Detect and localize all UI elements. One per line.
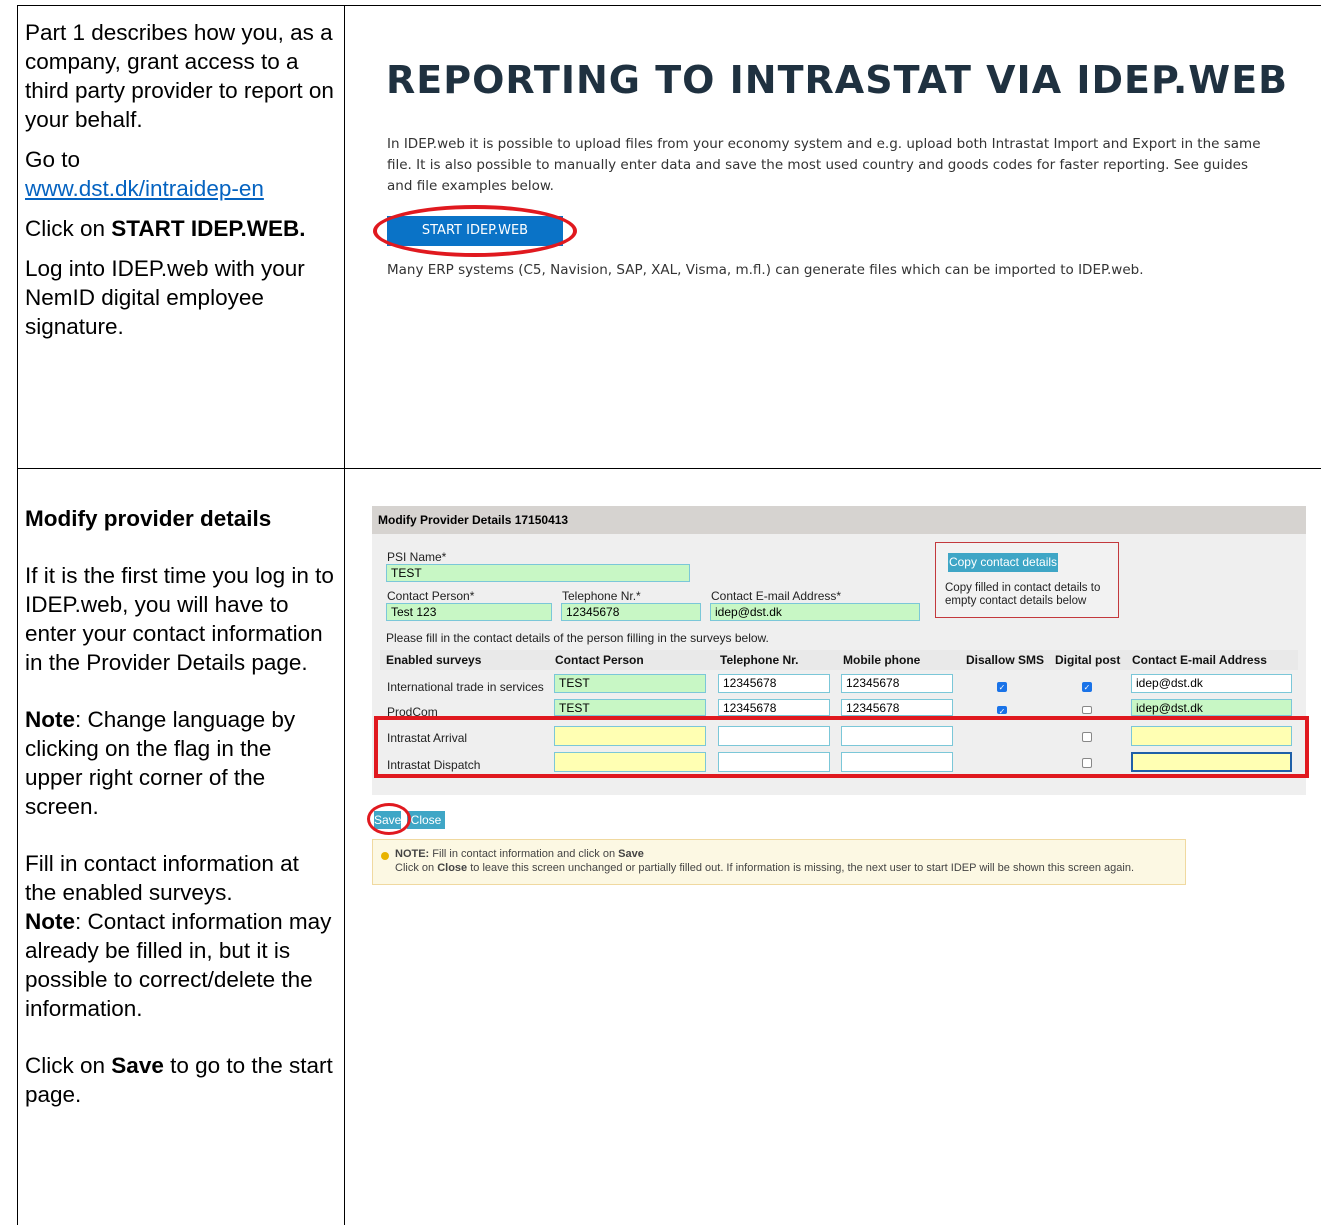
digital-post-checkbox[interactable] bbox=[1082, 706, 1092, 714]
col-enabled-surveys: Enabled surveys bbox=[386, 653, 482, 667]
col-contact-email: Contact E-mail Address bbox=[1132, 653, 1267, 667]
psi-name-input[interactable]: TEST bbox=[386, 564, 690, 582]
disallow-sms-checkbox[interactable]: ✓ bbox=[997, 706, 1007, 716]
highlight-rect-intrastat bbox=[374, 716, 1309, 778]
intraidep-link[interactable]: www.dst.dk/intraidep-en bbox=[25, 176, 264, 201]
first-time-paragraph: If it is the first time you log in to ID… bbox=[25, 563, 334, 675]
survey-name: International trade in services bbox=[387, 680, 544, 694]
page-title: REPORTING TO INTRASTAT VIA IDEP.WEB bbox=[386, 58, 1289, 102]
start-idep-bold: START IDEP.WEB. bbox=[111, 216, 306, 241]
intro-text: In IDEP.web it is possible to upload fil… bbox=[387, 136, 1261, 194]
copy-contact-description: Copy filled in contact details to empty … bbox=[945, 582, 1101, 607]
row-email-input[interactable]: idep@dst.dk bbox=[1131, 699, 1292, 716]
row-contact-input[interactable]: TEST bbox=[554, 674, 706, 693]
table-border-row bbox=[17, 468, 1321, 469]
document-page: Part 1 describes how you, as a company, … bbox=[0, 0, 1321, 1225]
note-line-2-text: to leave this screen unchanged or partia… bbox=[470, 862, 1135, 874]
instruction-text: Please fill in the contact details of th… bbox=[386, 631, 769, 645]
intro-paragraph: Part 1 describes how you, as a company, … bbox=[25, 20, 334, 132]
table-border-top bbox=[17, 5, 1321, 6]
modify-heading: Modify provider details bbox=[25, 506, 272, 531]
panel-header: Modify Provider Details 17150413 bbox=[372, 506, 1306, 534]
note-label-1: Note bbox=[25, 707, 75, 732]
highlight-ellipse-start bbox=[373, 205, 577, 257]
note-label: NOTE: bbox=[395, 848, 430, 860]
row-telephone-input[interactable]: 12345678 bbox=[718, 674, 830, 693]
note-save-bold: Save bbox=[618, 848, 644, 860]
highlight-ellipse-save bbox=[367, 803, 411, 835]
note-line-2: Click on Close to leave this screen unch… bbox=[395, 862, 1134, 874]
col-contact-person: Contact Person bbox=[555, 653, 644, 667]
digital-post-checkbox[interactable]: ✓ bbox=[1082, 682, 1092, 692]
row-email-input[interactable]: idep@dst.dk bbox=[1131, 674, 1292, 693]
row-contact-input[interactable]: TEST bbox=[554, 699, 706, 716]
telephone-input[interactable]: 12345678 bbox=[561, 603, 701, 621]
email-label: Contact E-mail Address* bbox=[711, 589, 842, 603]
note-line-2-prefix: Click on bbox=[395, 862, 435, 874]
note-label-2: Note bbox=[25, 909, 75, 934]
note-box: NOTE: Fill in contact information and cl… bbox=[372, 839, 1186, 885]
fill-in-paragraph: Fill in contact information at the enabl… bbox=[25, 851, 299, 905]
lightbulb-icon bbox=[381, 852, 389, 860]
left-cell-instructions-1: Part 1 describes how you, as a company, … bbox=[25, 18, 335, 352]
goto-text: Go to bbox=[25, 147, 81, 172]
note-line-1-text: Fill in contact information and click on bbox=[432, 848, 616, 860]
col-mobile: Mobile phone bbox=[843, 653, 921, 667]
save-bold: Save bbox=[111, 1053, 164, 1078]
left-cell-instructions-2: Modify provider details If it is the fir… bbox=[25, 504, 335, 1120]
contact-person-label: Contact Person* bbox=[387, 589, 475, 603]
click-on-save-prefix: Click on bbox=[25, 1053, 106, 1078]
email-input[interactable]: idep@dst.dk bbox=[710, 603, 920, 621]
telephone-label: Telephone Nr.* bbox=[562, 589, 641, 603]
table-border-middle bbox=[344, 5, 345, 1225]
row-mobile-input[interactable]: 12345678 bbox=[841, 699, 953, 716]
row-telephone-input[interactable]: 12345678 bbox=[718, 699, 830, 716]
psi-name-label: PSI Name* bbox=[387, 550, 447, 564]
col-disallow-sms: Disallow SMS bbox=[966, 653, 1045, 667]
table-border-left bbox=[17, 5, 18, 1225]
close-button[interactable]: Close bbox=[407, 811, 445, 829]
click-on-text: Click on bbox=[25, 216, 106, 241]
col-digital-post: Digital post bbox=[1055, 653, 1121, 667]
row-mobile-input[interactable]: 12345678 bbox=[841, 674, 953, 693]
copy-contact-button[interactable]: Copy contact details bbox=[948, 553, 1058, 572]
erp-text: Many ERP systems (C5, Navision, SAP, XAL… bbox=[387, 262, 1144, 278]
disallow-sms-checkbox[interactable]: ✓ bbox=[997, 682, 1007, 692]
login-paragraph: Log into IDEP.web with your NemID digita… bbox=[25, 256, 305, 339]
note-close-bold: Close bbox=[437, 862, 468, 874]
contact-person-input[interactable]: Test 123 bbox=[386, 603, 552, 621]
col-telephone: Telephone Nr. bbox=[720, 653, 799, 667]
note-line-1: NOTE: Fill in contact information and cl… bbox=[395, 848, 644, 860]
